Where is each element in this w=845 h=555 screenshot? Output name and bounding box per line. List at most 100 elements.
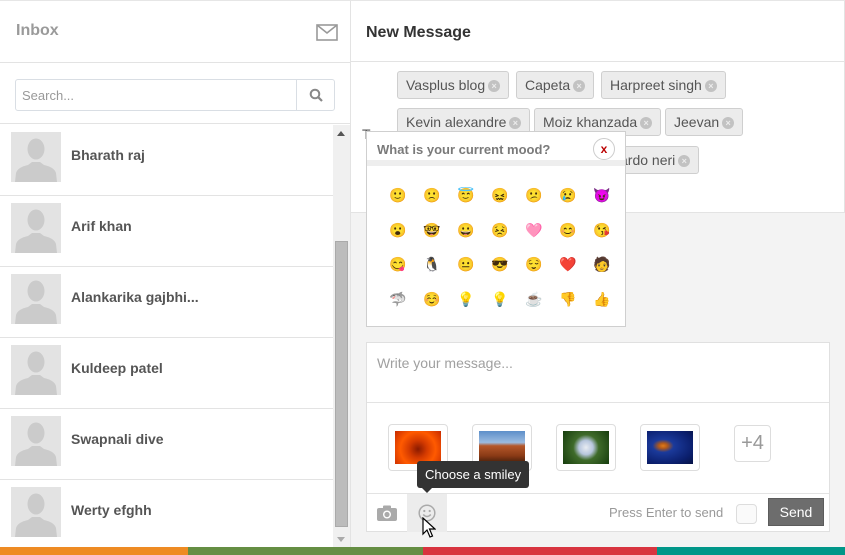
scroll-up-arrow[interactable] (337, 131, 345, 136)
bottom-color-strip (0, 547, 845, 555)
contact-name: Werty efghh (71, 502, 152, 518)
remove-recipient-icon[interactable]: × (509, 117, 522, 129)
recipient-name: Kevin alexandre (406, 114, 507, 130)
emoticon-putnam-icon[interactable]: 🧑 (585, 247, 619, 282)
contact-list-container: Bharath raj Arif khan Alankarika gajbhi...… (0, 125, 350, 548)
emoticon-coffee-icon[interactable]: ☕ (517, 282, 551, 317)
mouse-cursor-icon (422, 517, 436, 538)
attachment-image-flower-red (395, 431, 441, 464)
emoticon-colonthree-icon[interactable]: ☺️ (415, 282, 449, 317)
recipient-tag: Jeevan × (665, 108, 744, 136)
contact-item[interactable]: Arif khan (0, 196, 333, 267)
camera-icon (377, 505, 397, 521)
emoticon-devil-icon[interactable]: 😈 (585, 178, 619, 213)
compose-toolbar: Press Enter to send Send (367, 493, 829, 532)
scrollbar[interactable] (333, 125, 350, 548)
emoticon-gasp-icon[interactable]: 😮 (381, 213, 415, 248)
remove-recipient-icon[interactable]: × (722, 117, 735, 129)
search-area (0, 63, 350, 124)
emoticon-frown-icon[interactable]: 🙁 (415, 178, 449, 213)
messaging-app: Inbox Bharath raj Arif khan Alankarika gaj… (0, 0, 845, 555)
emoticon-angel-icon[interactable]: 😇 (449, 178, 483, 213)
search-input[interactable] (16, 80, 296, 110)
compose-title: New Message (366, 24, 471, 41)
attachment-thumb[interactable] (640, 424, 700, 471)
search-icon (309, 88, 323, 102)
strip-segment-teal (657, 547, 845, 555)
avatar (11, 416, 61, 466)
contact-name: Alankarika gajbhi... (71, 289, 199, 305)
emoticon-shark-icon[interactable]: 🦈 (381, 282, 415, 317)
default-avatar-icon (11, 487, 61, 537)
contact-item[interactable]: Alankarika gajbhi... (0, 267, 333, 338)
default-avatar-icon (11, 416, 61, 466)
remove-recipient-icon[interactable]: × (573, 80, 586, 92)
more-attachments-button[interactable]: +4 (734, 425, 771, 462)
default-avatar-icon (11, 203, 61, 253)
search-button[interactable] (296, 80, 334, 110)
emoticon-squint-icon[interactable]: 😖 (483, 178, 517, 213)
send-button[interactable]: Send (768, 498, 824, 526)
contact-item[interactable]: Kuldeep patel (0, 338, 333, 409)
message-input[interactable] (367, 343, 829, 403)
emoticon-confused-icon[interactable]: 😕 (517, 178, 551, 213)
mood-popup-close-button[interactable]: x (593, 138, 615, 160)
emoticon-smile-icon[interactable]: 🙂 (381, 178, 415, 213)
avatar (11, 345, 61, 395)
emoticon-penguin-icon[interactable]: 🐧 (415, 247, 449, 282)
press-enter-checkbox[interactable] (736, 504, 757, 524)
mood-popup: What is your current mood? x 🙂 🙁 😇 😖 😕 😢 😈 😮 🤓 😀 😣… (366, 131, 626, 327)
camera-button[interactable] (367, 494, 407, 532)
emoticon-glasses-icon[interactable]: 🤓 (415, 213, 449, 248)
contact-name: Arif khan (71, 218, 132, 234)
emoticon-upset-icon[interactable]: 😣 (483, 213, 517, 248)
attachment-image-desert-mesa (479, 431, 525, 464)
contact-list: Bharath raj Arif khan Alankarika gajbhi...… (0, 125, 333, 548)
emoticon-unsure-icon[interactable]: 😐 (449, 247, 483, 282)
recipient-tag: Capeta × (516, 71, 595, 99)
emoticon-heart-icon[interactable]: 🩷 (517, 213, 551, 248)
emoticon-kiki-icon[interactable]: 😊 (551, 213, 585, 248)
emoticon-bulb-on-icon[interactable]: 💡 (483, 282, 517, 317)
recipient-name: Capeta (525, 77, 571, 93)
attachment-thumb[interactable] (556, 424, 616, 471)
contact-name: Kuldeep patel (71, 360, 163, 376)
remove-recipient-icon[interactable]: × (640, 117, 653, 129)
emoticon-grin-icon[interactable]: 😀 (449, 213, 483, 248)
inbox-title: Inbox (16, 22, 59, 39)
compose-header: New Message (351, 0, 845, 62)
emoticon-red-heart-icon[interactable]: ❤️ (551, 247, 585, 282)
remove-recipient-icon[interactable]: × (704, 80, 717, 92)
emoticon-sunglasses-icon[interactable]: 😎 (483, 247, 517, 282)
contact-name: Bharath raj (71, 147, 145, 163)
scroll-thumb[interactable] (335, 241, 348, 527)
recipient-tag: Harpreet singh × (601, 71, 726, 99)
default-avatar-icon (11, 132, 61, 182)
recipient-name: Jeevan (674, 114, 720, 130)
scroll-down-arrow[interactable] (337, 537, 345, 542)
emoticon-thumbs-down-icon[interactable]: 👎 (551, 282, 585, 317)
avatar (11, 487, 61, 537)
strip-segment-green (188, 547, 423, 555)
recipient-name: Vasplus blog (406, 77, 486, 93)
mail-icon[interactable] (316, 24, 338, 41)
recipient-name: Moiz khanzada (543, 114, 638, 130)
emoticon-cry-icon[interactable]: 😢 (551, 178, 585, 213)
contact-item[interactable]: Werty efghh (0, 480, 333, 548)
remove-recipient-icon[interactable]: × (488, 80, 501, 92)
contact-item[interactable]: Swapnali dive (0, 409, 333, 480)
mood-popup-title: What is your current mood? (377, 142, 551, 157)
emoticon-squint-smile-icon[interactable]: 😌 (517, 247, 551, 282)
inbox-panel: Inbox Bharath raj Arif khan Alankarika gaj… (0, 0, 351, 548)
mood-popup-header: What is your current mood? x (367, 132, 625, 166)
avatar (11, 274, 61, 324)
contact-item[interactable]: Bharath raj (0, 125, 333, 196)
smiley-tooltip: Choose a smiley (417, 461, 530, 493)
emoticon-thumbs-up-icon[interactable]: 👍 (585, 282, 619, 317)
contact-name: Swapnali dive (71, 431, 164, 447)
attachment-image-jellyfish (647, 431, 693, 464)
remove-recipient-icon[interactable]: × (678, 155, 691, 167)
emoticon-bulb-off-icon[interactable]: 💡 (449, 282, 483, 317)
emoticon-kiss-icon[interactable]: 😘 (585, 213, 619, 248)
emoticon-pacman-icon[interactable]: 😋 (381, 247, 415, 282)
